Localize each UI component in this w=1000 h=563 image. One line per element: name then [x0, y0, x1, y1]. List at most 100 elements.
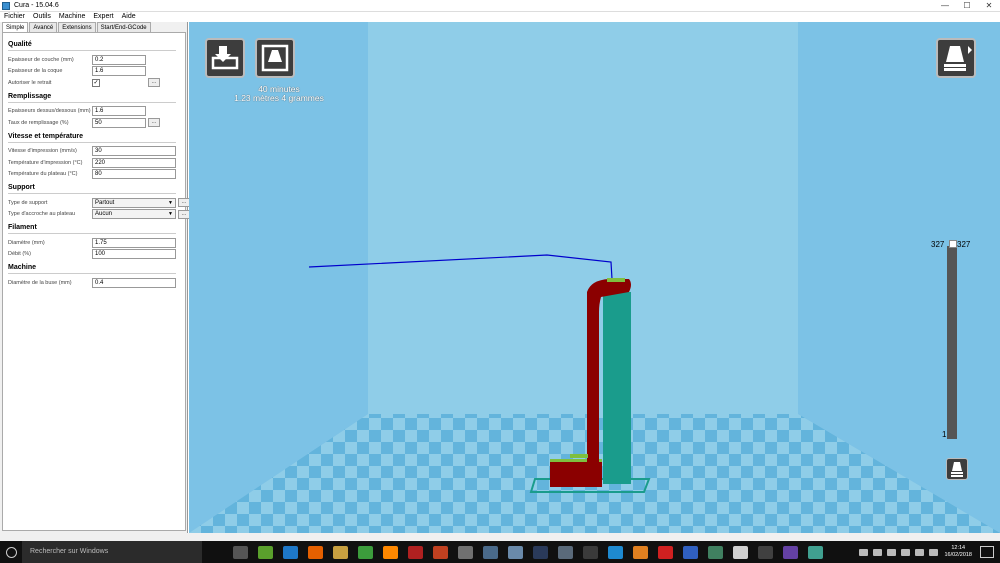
cura-taskbar-icon[interactable]: [608, 545, 623, 559]
graph-icon[interactable]: [458, 545, 473, 559]
tool-icon[interactable]: [483, 545, 498, 559]
print-estimate: 40 minutes 1.23 mètres 4 grammes: [219, 85, 339, 103]
app-red-icon[interactable]: [408, 545, 423, 559]
gamepad-icon[interactable]: [583, 545, 598, 559]
menu-outils[interactable]: Outils: [29, 12, 55, 22]
infill-settings-button[interactable]: ...: [148, 118, 160, 128]
retraction-checkbox[interactable]: ✓: [92, 78, 100, 87]
minimize-button[interactable]: —: [934, 0, 956, 12]
task-view-icon[interactable]: [233, 545, 248, 559]
3d-viewport[interactable]: 40 minutes 1.23 mètres 4 grammes 327 327…: [189, 22, 1000, 533]
shell-input[interactable]: 1.6: [92, 66, 146, 77]
onedrive-icon[interactable]: [886, 548, 896, 556]
menu-fichier[interactable]: Fichier: [0, 12, 29, 22]
clover-icon[interactable]: [258, 545, 273, 559]
temp-label: Température d'impression (°C): [8, 159, 83, 166]
windows-icon[interactable]: [758, 545, 773, 559]
bed-temp-input[interactable]: 80: [92, 169, 176, 180]
firefox-icon[interactable]: [308, 545, 323, 559]
support-type-label: Type de support: [8, 199, 48, 206]
shell-label: Epaisseur de la coque: [8, 68, 63, 75]
topbottom-row: Epaisseurs dessus/dessous (mm) 1.6: [8, 106, 185, 118]
battery-icon[interactable]: [900, 548, 910, 556]
chevron-up-icon[interactable]: [872, 548, 882, 556]
density-label: Taux de remplissage (%): [8, 119, 69, 126]
taskbar-search[interactable]: Rechercher sur Windows: [22, 541, 202, 563]
chevron-down-icon: ▼: [168, 199, 173, 206]
retraction-label: Autoriser le retrait: [8, 79, 52, 86]
close-button[interactable]: ✕: [978, 0, 1000, 12]
people-icon[interactable]: [858, 548, 868, 556]
load-model-button[interactable]: [205, 38, 245, 78]
layer-height-row: Epaisseur de couche (mm) 0.2: [8, 54, 185, 66]
adhesion-select[interactable]: Aucun ▼: [92, 209, 176, 220]
terminal-icon[interactable]: [533, 545, 548, 559]
taskbar-clock[interactable]: 12:14 16/02/2018: [944, 545, 972, 559]
sketch-icon[interactable]: [808, 545, 823, 559]
clock-date: 16/02/2018: [944, 552, 972, 558]
layer-view-button[interactable]: [946, 458, 968, 480]
taskbar-apps: [228, 545, 828, 559]
slicer-icon[interactable]: [633, 545, 648, 559]
support-type-value: Partout: [95, 199, 115, 206]
layer-height-input[interactable]: 0.2: [92, 54, 146, 65]
media-icon[interactable]: [333, 545, 348, 559]
diameter-input[interactable]: 1.75: [92, 237, 176, 248]
diameter-row: Diamètre (mm) 1.75: [8, 237, 185, 249]
temp-row: Température d'impression (°C) 220: [8, 157, 185, 169]
tab-start-end-gcode[interactable]: Start/End-GCode: [96, 22, 151, 32]
nozzle-row: Diamètre de la buse (mm) 0.4: [8, 277, 185, 289]
edge-icon[interactable]: [283, 545, 298, 559]
layer-slider-track[interactable]: [947, 246, 957, 439]
window-bottom-border: [0, 533, 1000, 541]
settings-tabs: Simple Avancé Extensions Start/End-GCode: [0, 22, 187, 32]
document-icon[interactable]: [558, 545, 573, 559]
window-title: Cura - 15.04.6: [14, 2, 59, 9]
speed-label: Vitesse d'impression (mm/s): [8, 148, 77, 155]
retraction-settings-button[interactable]: ...: [148, 78, 160, 88]
support-column: [603, 292, 631, 484]
nozzle-input[interactable]: 0.4: [92, 277, 176, 288]
adhesion-row: Type d'accroche au plateau Aucun ▼ ...: [8, 209, 190, 221]
menu-machine[interactable]: Machine: [55, 12, 89, 22]
chrome-icon[interactable]: [358, 545, 373, 559]
title-bar: Cura - 15.04.6 — ☐ ✕: [0, 0, 1000, 12]
mail-icon[interactable]: [733, 545, 748, 559]
network-icon[interactable]: [508, 545, 523, 559]
menu-bar: Fichier Outils Machine Expert Aide: [0, 12, 1000, 22]
notification-icon[interactable]: [980, 546, 994, 558]
layer-slider-handle[interactable]: [949, 240, 957, 248]
tab-extensions[interactable]: Extensions: [58, 22, 96, 32]
shell-row: Epaisseur de la coque 1.6: [8, 66, 185, 78]
diameter-label: Diamètre (mm): [8, 239, 45, 246]
start-button[interactable]: [0, 541, 22, 563]
tab-avance[interactable]: Avancé: [29, 22, 58, 32]
density-input[interactable]: 50: [92, 117, 146, 128]
layer-max-label-left: 327: [931, 240, 945, 249]
tab-simple[interactable]: Simple: [2, 22, 29, 32]
topbottom-input[interactable]: 1.6: [92, 106, 146, 117]
layers-icon: [951, 462, 963, 477]
library-icon[interactable]: [433, 545, 448, 559]
menu-expert[interactable]: Expert: [89, 12, 117, 22]
retraction-row: Autoriser le retrait ✓ ...: [8, 77, 185, 89]
spotify-icon[interactable]: [658, 545, 673, 559]
vlc-icon[interactable]: [383, 545, 398, 559]
store-icon[interactable]: [708, 545, 723, 559]
temp-input[interactable]: 220: [92, 157, 176, 168]
layer-max-label-right: 327: [957, 240, 971, 249]
view-mode-button[interactable]: [936, 38, 976, 78]
cortana-icon: [5, 546, 17, 558]
save-toolpath-button[interactable]: [255, 38, 295, 78]
twitch-icon[interactable]: [783, 545, 798, 559]
facebook-icon[interactable]: [683, 545, 698, 559]
volume-icon[interactable]: [928, 548, 938, 556]
flow-input[interactable]: 100: [92, 249, 176, 260]
layer-min-label: 1: [942, 430, 947, 439]
support-type-select[interactable]: Partout ▼: [92, 197, 176, 208]
wifi-icon[interactable]: [914, 548, 924, 556]
speed-input[interactable]: 30: [92, 146, 176, 157]
menu-aide[interactable]: Aide: [118, 12, 140, 22]
speed-row: Vitesse d'impression (mm/s) 30: [8, 146, 185, 158]
maximize-button[interactable]: ☐: [956, 0, 978, 12]
